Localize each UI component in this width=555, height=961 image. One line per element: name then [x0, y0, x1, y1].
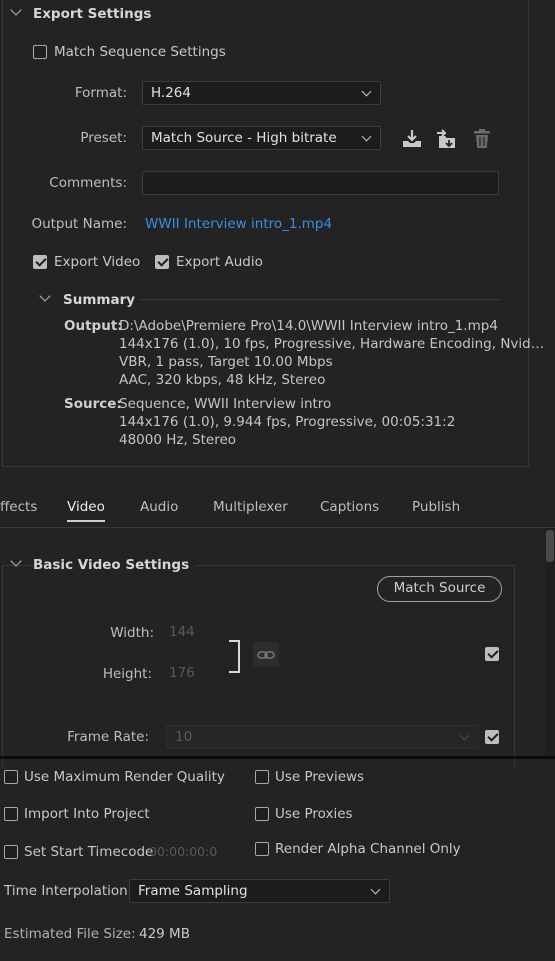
use-proxies-label[interactable]: Use Proxies: [275, 806, 353, 822]
scrollbar-thumb[interactable]: [546, 530, 554, 562]
summary-source-line: 48000 Hz, Stereo: [119, 432, 237, 448]
scrollbar-track[interactable]: [545, 528, 555, 756]
use-max-render-quality-checkbox[interactable]: [4, 770, 18, 784]
summary-output-line: AAC, 320 kbps, 48 kHz, Stereo: [119, 372, 326, 388]
estimated-file-size-value: 429 MB: [139, 926, 190, 942]
format-value: H.264: [151, 85, 191, 101]
dimension-bracket: [229, 640, 240, 673]
chevron-down-icon: [459, 730, 470, 741]
output-name-label: Output Name:: [31, 216, 127, 232]
summary-output-line: 144x176 (1.0), 10 fps, Progressive, Hard…: [119, 336, 545, 352]
export-audio-label[interactable]: Export Audio: [176, 254, 263, 270]
tab-captions[interactable]: Captions: [320, 499, 379, 515]
frame-rate-value: 10: [175, 729, 193, 745]
summary-title: Summary: [63, 292, 136, 308]
tab-multiplexer[interactable]: Multiplexer: [213, 499, 288, 515]
render-alpha-label[interactable]: Render Alpha Channel Only: [275, 841, 461, 857]
import-into-project-label[interactable]: Import Into Project: [24, 806, 150, 822]
summary-output-line: D:\Adobe\Premiere Pro\14.0\WWII Intervie…: [119, 318, 498, 334]
export-video-checkbox[interactable]: [33, 255, 47, 269]
width-value[interactable]: 144: [169, 624, 195, 640]
summary-output-key: Output:: [64, 318, 123, 334]
export-video-label[interactable]: Export Video: [54, 254, 140, 270]
match-source-button[interactable]: Match Source: [377, 576, 502, 602]
format-label: Format:: [74, 85, 127, 101]
summary-source-line: 144x176 (1.0), 9.944 fps, Progressive, 0…: [119, 414, 456, 430]
use-previews-label[interactable]: Use Previews: [275, 769, 364, 785]
tab-publish[interactable]: Publish: [412, 499, 460, 515]
time-interpolation-value: Frame Sampling: [138, 883, 248, 899]
chevron-down-icon: [370, 884, 381, 895]
use-previews-checkbox[interactable]: [255, 770, 269, 784]
dimensions-match-checkbox[interactable]: [485, 647, 499, 661]
frame-rate-select[interactable]: 10: [166, 725, 479, 749]
frame-rate-match-checkbox[interactable]: [485, 730, 499, 744]
use-max-render-quality-label[interactable]: Use Maximum Render Quality: [24, 769, 225, 785]
summary-divider: [140, 299, 500, 300]
preset-value: Match Source - High bitrate: [151, 130, 337, 146]
width-label: Width:: [110, 625, 154, 641]
match-sequence-checkbox[interactable]: [33, 45, 47, 59]
height-label: Height:: [102, 666, 152, 682]
comments-label: Comments:: [49, 175, 127, 191]
bottom-section-divider: [0, 756, 555, 759]
import-preset-icon[interactable]: [435, 127, 459, 151]
set-start-timecode-checkbox[interactable]: [4, 845, 18, 859]
match-sequence-label[interactable]: Match Sequence Settings: [54, 44, 226, 60]
link-icon: [257, 651, 275, 659]
set-start-timecode-label[interactable]: Set Start Timecode: [24, 844, 153, 860]
save-preset-icon[interactable]: [400, 127, 424, 151]
preset-label: Preset:: [80, 130, 127, 146]
export-settings-title: Export Settings: [33, 6, 152, 22]
use-proxies-checkbox[interactable]: [255, 807, 269, 821]
chevron-down-icon: [361, 131, 372, 142]
time-interpolation-select[interactable]: Frame Sampling: [129, 879, 390, 903]
summary-source-key: Source:: [64, 396, 122, 412]
active-tab-underline: [67, 520, 105, 522]
tab-audio[interactable]: Audio: [140, 499, 178, 515]
import-into-project-checkbox[interactable]: [4, 807, 18, 821]
tab-video[interactable]: Video: [67, 499, 105, 515]
comments-input[interactable]: [142, 171, 499, 195]
delete-preset-icon[interactable]: [470, 127, 494, 151]
format-select[interactable]: H.264: [142, 81, 381, 105]
height-value[interactable]: 176: [169, 665, 195, 681]
link-aspect-button[interactable]: [253, 642, 279, 667]
render-alpha-checkbox[interactable]: [255, 842, 269, 856]
chevron-down-icon: [361, 86, 372, 97]
preset-select[interactable]: Match Source - High bitrate: [142, 126, 381, 150]
time-interpolation-label: Time Interpolation:: [4, 883, 133, 899]
summary-source-line: Sequence, WWII Interview intro: [119, 396, 332, 412]
tab-effects[interactable]: ffects: [0, 499, 37, 515]
export-audio-checkbox[interactable]: [155, 255, 169, 269]
frame-rate-label: Frame Rate:: [67, 729, 149, 745]
estimated-file-size-label: Estimated File Size:: [4, 926, 136, 942]
tabs-divider: [0, 527, 555, 528]
output-name-link[interactable]: WWII Interview intro_1.mp4: [145, 216, 332, 232]
basic-video-title: Basic Video Settings: [33, 557, 196, 573]
summary-output-line: VBR, 1 pass, Target 10.00 Mbps: [119, 354, 333, 370]
start-timecode-value[interactable]: 00:00:00:0: [149, 844, 217, 859]
